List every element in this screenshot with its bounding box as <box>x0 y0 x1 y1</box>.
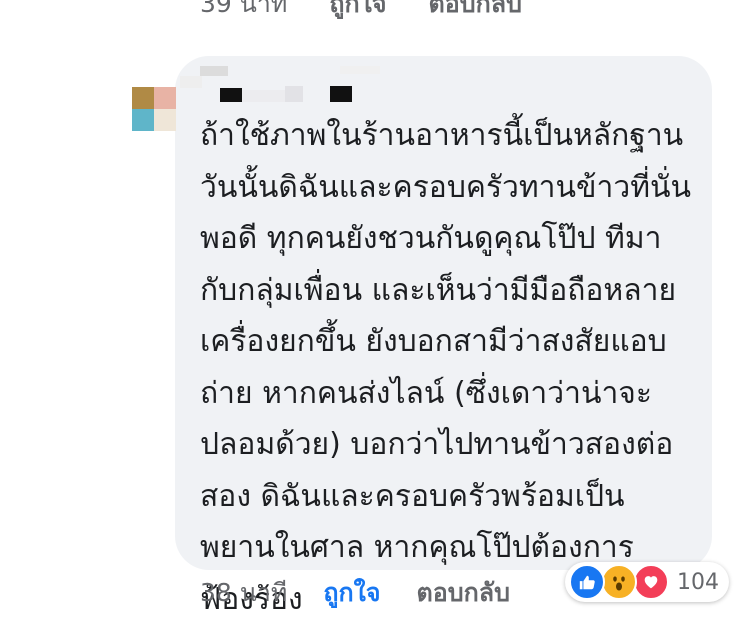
comment-text-line: วันนั้นดิฉันและครอบครัวทานข้าวที่นั่น <box>200 169 692 205</box>
previous-comment-time[interactable]: 39 นาที <box>200 0 287 20</box>
like-icon <box>569 564 605 600</box>
comment-text-line: กับกลุ่มเพื่อน และเห็นว่ามีมือถือหลาย <box>200 272 677 308</box>
comment-text-line: ปลอมด้วย) บอกว่าไปทานข้าวสองต่อ <box>200 427 674 462</box>
reply-button[interactable]: ตอบกลับ <box>417 576 510 610</box>
previous-comment-actions: 39 นาที ถูกใจ ตอบกลับ <box>200 0 522 20</box>
comment-text-line: สอง ดิฉันและครอบครัวพร้อมเป็น <box>200 478 625 514</box>
comment-text-line: พอดี ทุกคนยังชวนกันดูคุณโป๊ป ทีมา <box>200 221 662 256</box>
wow-icon <box>601 564 637 600</box>
comment-time[interactable]: 38 นาที <box>200 576 287 610</box>
previous-comment-reply-button[interactable]: ตอบกลับ <box>429 0 522 20</box>
comment-text: ถ้าใช้ภาพในร้านอาหารนี้เป็นหลักฐานวันนั้… <box>200 110 700 625</box>
previous-comment-like-button[interactable]: ถูกใจ <box>329 0 386 20</box>
reactions-summary[interactable]: 104 <box>565 562 729 602</box>
comment-text-line: ถ้าใช้ภาพในร้านอาหารนี้เป็นหลักฐาน <box>200 118 684 153</box>
comment-text-line: เครื่องยกขึ้น ยังบอกสามีว่าสงสัยแอบ <box>200 324 667 359</box>
comment-actions: 38 นาที ถูกใจ ตอบกลับ <box>200 576 510 610</box>
comment-text-line: ถ่าย หากคนส่งไลน์ (ซึ่งเดาว่าน่าจะ <box>200 375 652 411</box>
comment-thread: 39 นาที ถูกใจ ตอบกลับ ถ้าใช้ภาพในร้านอาห… <box>0 0 750 636</box>
like-button[interactable]: ถูกใจ <box>323 576 380 610</box>
reaction-count: 104 <box>677 569 719 595</box>
avatar[interactable] <box>132 87 176 131</box>
love-icon <box>633 564 669 600</box>
commenter-name-redacted[interactable] <box>180 66 380 106</box>
